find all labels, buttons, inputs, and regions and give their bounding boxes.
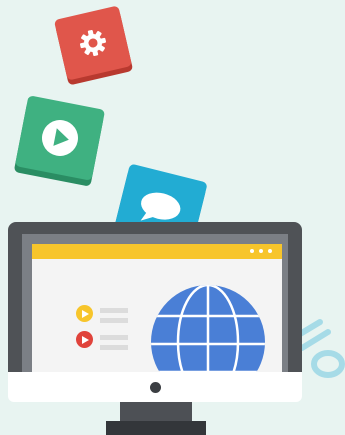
- globe-icon: [151, 285, 265, 372]
- illustration: [0, 0, 345, 435]
- desktop-monitor: [8, 222, 302, 402]
- window-dot: [268, 249, 272, 253]
- media-item-line: [100, 335, 128, 340]
- media-item-line: [100, 318, 128, 323]
- window-dot: [250, 249, 254, 253]
- play-icon: [42, 120, 78, 156]
- monitor-stand-neck: [120, 402, 192, 422]
- monitor-screen: [22, 234, 288, 372]
- video-app-tile: [14, 95, 106, 181]
- play-icon: [76, 305, 93, 322]
- power-button: [150, 382, 161, 393]
- window-dot: [259, 249, 263, 253]
- window-titlebar: [32, 244, 282, 259]
- monitor-stand-base: [106, 421, 206, 435]
- app-window: [32, 244, 282, 372]
- gear-icon: [79, 29, 107, 57]
- media-item-line: [100, 308, 128, 313]
- play-icon: [76, 331, 93, 348]
- media-item-line: [100, 345, 128, 350]
- settings-app-tile: [53, 5, 133, 81]
